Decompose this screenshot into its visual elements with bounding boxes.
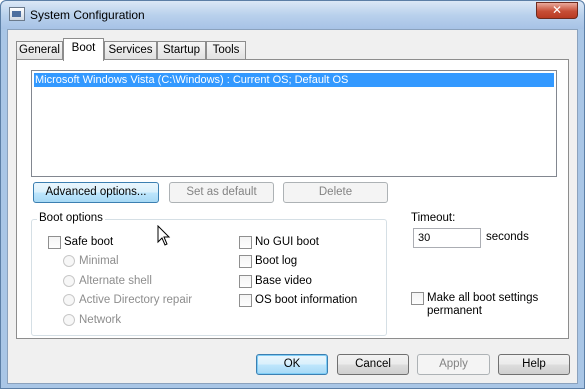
no-gui-boot-checkbox[interactable]: No GUI boot <box>239 234 349 250</box>
os-boot-information-checkbox[interactable]: OS boot information <box>239 292 369 308</box>
radio-circle[interactable] <box>63 314 75 326</box>
timeout-label: Timeout: <box>411 212 456 224</box>
radio-circle[interactable] <box>63 255 75 267</box>
boot-log-checkbox[interactable]: Boot log <box>239 253 349 269</box>
network-radio[interactable]: Network <box>63 312 153 328</box>
seconds-label: seconds <box>486 231 529 243</box>
boot-log-label: Boot log <box>255 255 298 267</box>
checkbox-box[interactable] <box>411 292 424 305</box>
ok-button[interactable]: OK <box>256 354 328 375</box>
title-bar[interactable]: System Configuration ✕ <box>1 1 584 29</box>
tab-services[interactable]: Services <box>104 41 157 59</box>
radio-circle[interactable] <box>63 275 75 287</box>
cancel-button[interactable]: Cancel <box>337 354 409 375</box>
make-permanent-label-line2: permanent <box>427 305 482 317</box>
active-directory-repair-label: Active Directory repair <box>79 294 193 306</box>
checkbox-box[interactable] <box>239 236 252 249</box>
alternate-shell-radio[interactable]: Alternate shell <box>63 273 173 289</box>
tab-boot[interactable]: Boot <box>63 38 104 61</box>
safe-boot-label: Safe boot <box>64 236 114 248</box>
delete-button[interactable]: Delete <box>283 182 388 203</box>
active-directory-repair-radio[interactable]: Active Directory repair <box>63 292 213 308</box>
dialog-client-area: General Boot Services Startup Tools Micr… <box>7 29 578 384</box>
checkbox-box[interactable] <box>239 294 252 307</box>
timeout-input[interactable]: 30 <box>413 228 481 248</box>
checkbox-box[interactable] <box>48 236 61 249</box>
checkbox-box[interactable] <box>239 275 252 288</box>
mouse-pointer-icon <box>157 225 171 246</box>
apply-button[interactable]: Apply <box>417 354 490 375</box>
close-button[interactable]: ✕ <box>536 2 578 19</box>
os-boot-information-label: OS boot information <box>255 294 358 306</box>
make-permanent-checkbox[interactable]: Make all boot settings permanent <box>411 290 551 320</box>
safe-boot-checkbox[interactable]: Safe boot <box>48 234 128 250</box>
tab-general[interactable]: General <box>16 41 63 59</box>
base-video-label: Base video <box>255 275 312 287</box>
msconfig-app-icon <box>9 7 25 21</box>
network-label: Network <box>79 314 122 326</box>
radio-circle[interactable] <box>63 294 75 306</box>
minimal-radio[interactable]: Minimal <box>63 253 153 269</box>
boot-options-label: Boot options <box>37 212 105 224</box>
window-title: System Configuration <box>30 8 145 22</box>
tab-startup[interactable]: Startup <box>157 41 206 59</box>
os-list[interactable]: Microsoft Windows Vista (C:\Windows) : C… <box>31 70 557 177</box>
tab-tools[interactable]: Tools <box>206 41 246 59</box>
minimal-label: Minimal <box>79 255 119 267</box>
boot-tab-panel: Microsoft Windows Vista (C:\Windows) : C… <box>16 59 569 339</box>
checkbox-box[interactable] <box>239 255 252 268</box>
no-gui-boot-label: No GUI boot <box>255 236 319 248</box>
set-as-default-button[interactable]: Set as default <box>169 182 274 203</box>
alternate-shell-label: Alternate shell <box>79 275 152 287</box>
system-configuration-window: System Configuration ✕ General Boot Serv… <box>0 0 585 389</box>
advanced-options-button[interactable]: Advanced options... <box>33 182 159 203</box>
help-button[interactable]: Help <box>498 354 570 375</box>
base-video-checkbox[interactable]: Base video <box>239 273 349 289</box>
os-list-item-selected[interactable]: Microsoft Windows Vista (C:\Windows) : C… <box>34 73 554 87</box>
